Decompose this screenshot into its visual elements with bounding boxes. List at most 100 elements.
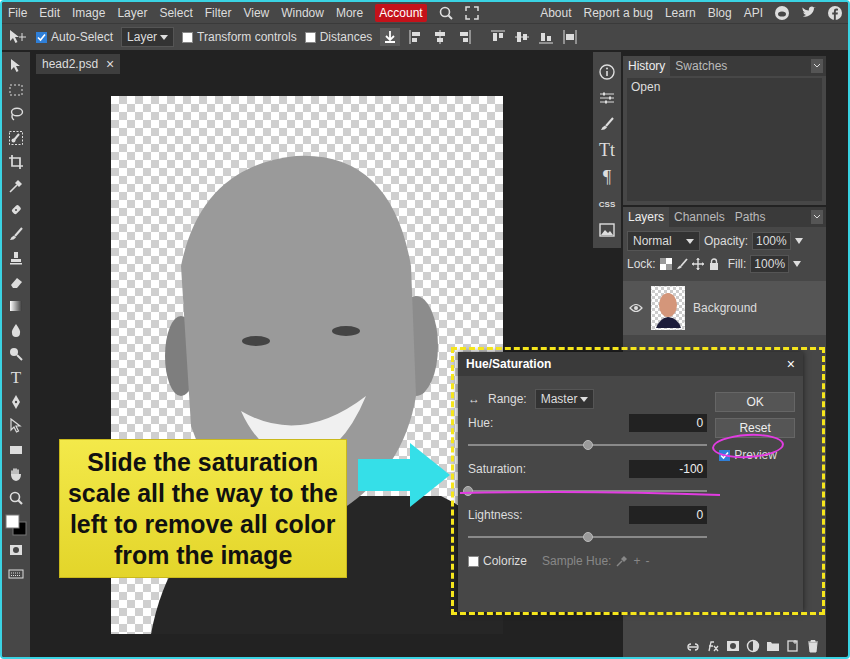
path-select-icon[interactable]	[8, 418, 24, 434]
value-field[interactable]: 0	[629, 414, 707, 432]
brush-icon[interactable]	[8, 226, 24, 242]
move-tool-icon[interactable]	[8, 29, 28, 45]
search-icon[interactable]	[439, 6, 453, 20]
menu-link[interactable]: Blog	[708, 6, 732, 20]
keyboard-icon[interactable]	[8, 566, 24, 582]
menu-item[interactable]: View	[243, 6, 269, 20]
color-swatches[interactable]	[4, 512, 28, 538]
panel-tab[interactable]: Layers	[623, 207, 669, 227]
panel-menu-icon[interactable]	[811, 210, 823, 224]
checkbox[interactable]	[719, 450, 730, 461]
checkbox[interactable]	[36, 32, 47, 43]
fill-arrow[interactable]	[793, 261, 801, 267]
transform-controls-option[interactable]: Transform controls	[182, 30, 297, 44]
blur-tool[interactable]	[2, 318, 30, 342]
slider-track[interactable]	[468, 536, 707, 538]
align-icon[interactable]	[538, 29, 554, 45]
keyboard-tool[interactable]	[2, 562, 30, 586]
distances-option[interactable]: Distances	[305, 30, 373, 44]
opacity-field[interactable]: 100%	[752, 232, 791, 250]
dialog-button[interactable]: OK	[715, 392, 795, 412]
menu-link[interactable]: Learn	[665, 6, 696, 20]
trash-icon[interactable]	[806, 639, 820, 653]
info-icon[interactable]	[599, 62, 615, 82]
pen-tool[interactable]	[2, 390, 30, 414]
slider-thumb[interactable]	[463, 486, 473, 496]
menu-item[interactable]: More	[336, 6, 363, 20]
paragraph-panel-button[interactable]: ¶	[603, 167, 611, 188]
type-tool-label[interactable]: T	[11, 368, 21, 388]
hand-tool[interactable]	[2, 462, 30, 486]
eyedropper-tool[interactable]	[2, 174, 30, 198]
eye-icon[interactable]	[629, 303, 643, 313]
menu-item[interactable]: Edit	[39, 6, 60, 20]
gradient-icon[interactable]	[8, 298, 24, 314]
fullscreen-icon[interactable]	[465, 6, 479, 20]
quick-mask-icon[interactable]	[8, 542, 24, 558]
type-tool[interactable]: T	[2, 366, 30, 390]
hand-icon[interactable]	[8, 466, 24, 482]
menu-link[interactable]: About	[540, 6, 571, 20]
fill-field[interactable]: 100%	[750, 255, 789, 273]
eraser-icon[interactable]	[8, 274, 24, 290]
close-button[interactable]: ×	[787, 356, 795, 372]
panel-tab[interactable]: Swatches	[670, 56, 732, 76]
auto-select-option[interactable]: Auto-Select	[36, 30, 113, 44]
close-tab-button[interactable]: ×	[106, 56, 114, 72]
blend-mode-dropdown[interactable]: Normal	[627, 231, 700, 251]
crop-tool[interactable]	[2, 150, 30, 174]
brush-settings-icon[interactable]	[599, 114, 615, 134]
lasso-icon[interactable]	[8, 106, 24, 122]
move-tool[interactable]	[2, 54, 30, 78]
image-icon[interactable]	[599, 220, 615, 240]
align-icon[interactable]	[562, 29, 578, 45]
healing-icon[interactable]	[8, 202, 24, 218]
align-icon[interactable]	[514, 29, 530, 45]
panel-tab[interactable]: Channels	[669, 207, 730, 227]
eyedropper-icon[interactable]	[616, 555, 628, 567]
reddit-icon[interactable]	[775, 6, 789, 20]
zoom-icon[interactable]	[8, 490, 24, 506]
slider-thumb[interactable]	[583, 440, 593, 450]
eyedropper-icon[interactable]	[8, 178, 24, 194]
preview-option[interactable]: Preview	[719, 448, 795, 462]
account-button[interactable]: Account	[375, 4, 426, 22]
checkbox[interactable]	[305, 32, 316, 43]
slider-track[interactable]	[468, 444, 707, 446]
marquee-icon[interactable]	[8, 82, 24, 98]
zoom-tool[interactable]	[2, 486, 30, 510]
menu-link[interactable]: Report a bug	[584, 6, 653, 20]
quick-select-icon[interactable]	[8, 130, 24, 146]
stamp-tool[interactable]	[2, 246, 30, 270]
healing-tool[interactable]	[2, 198, 30, 222]
checkbox[interactable]	[468, 556, 479, 567]
link-icon[interactable]	[686, 639, 700, 653]
fx-icon[interactable]	[706, 639, 720, 653]
marquee-tool[interactable]	[2, 78, 30, 102]
menu-item[interactable]: Window	[281, 6, 324, 20]
move-icon[interactable]	[8, 58, 24, 74]
menu-item[interactable]: Image	[72, 6, 105, 20]
crop-icon[interactable]	[8, 154, 24, 170]
gradient-tool[interactable]	[2, 294, 30, 318]
panel-tab[interactable]: History	[623, 56, 670, 76]
menu-item[interactable]: Layer	[117, 6, 147, 20]
menu-item[interactable]: Filter	[205, 6, 232, 20]
align-icon[interactable]	[490, 29, 506, 45]
panel-tab[interactable]: Paths	[730, 207, 771, 227]
value-field[interactable]: -100	[629, 460, 707, 478]
lasso-tool[interactable]	[2, 102, 30, 126]
opacity-arrow[interactable]	[795, 238, 803, 244]
range-dropdown[interactable]: Master	[535, 389, 595, 409]
menu-item[interactable]: File	[8, 6, 27, 20]
lock-all-icon[interactable]	[708, 258, 720, 270]
select-target-dropdown[interactable]: Layer	[121, 27, 174, 47]
quick-mask-tool[interactable]	[2, 538, 30, 562]
download-icon[interactable]	[380, 28, 400, 46]
layer-row[interactable]: Background	[623, 281, 826, 335]
facebook-icon[interactable]	[828, 6, 842, 20]
new-layer-icon[interactable]	[786, 639, 800, 653]
stamp-icon[interactable]	[8, 250, 24, 266]
adjust-icon[interactable]	[746, 639, 760, 653]
eraser-tool[interactable]	[2, 270, 30, 294]
